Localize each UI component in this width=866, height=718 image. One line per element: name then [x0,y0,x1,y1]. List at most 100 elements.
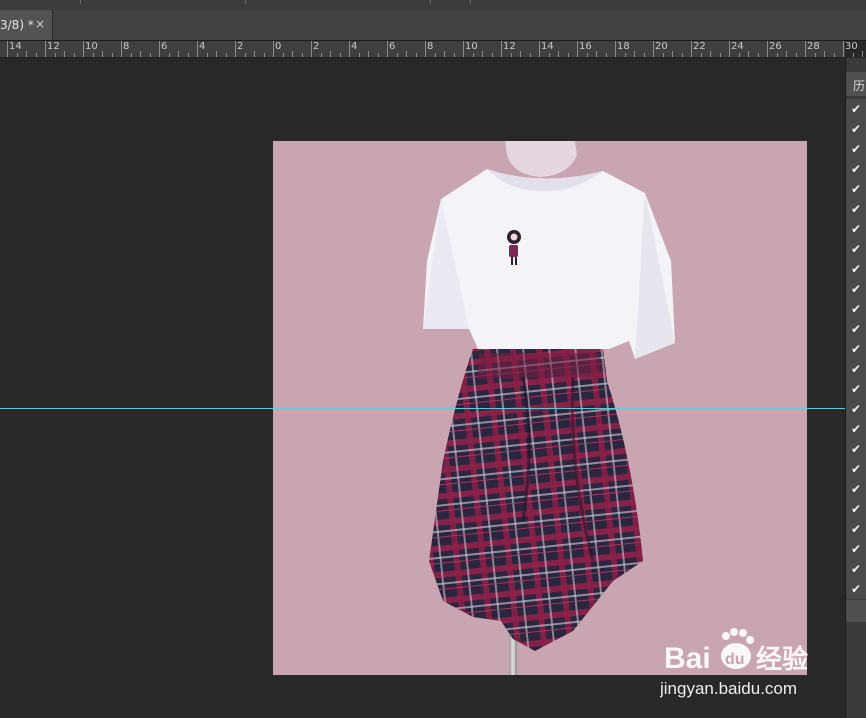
ruler-minor-tick [710,51,711,57]
ruler-minor-tick [187,53,189,57]
ruler-minor-tick [301,53,303,57]
history-panel-footer [846,600,866,622]
ruler-label: 0 [275,41,282,52]
ruler-minor-tick [368,51,369,57]
ruler-major-tick [273,41,274,57]
ruler-minor-tick [757,53,759,57]
ruler-label: 8 [123,41,130,52]
ruler-minor-tick [529,53,531,57]
svg-text:du: du [725,651,745,668]
ruler-minor-tick [358,53,360,57]
checkmark-icon: ✔ [851,342,862,356]
ruler-minor-tick [149,53,151,57]
ruler-minor-tick [605,53,607,57]
checkmark-icon: ✔ [851,322,862,336]
ruler-minor-tick [681,53,683,57]
strip-divider [430,0,431,4]
history-row[interactable]: ✔ [846,519,866,540]
history-row[interactable]: ✔ [846,159,866,180]
checkmark-icon: ✔ [851,222,862,236]
ruler-minor-tick [833,53,835,57]
ruler-minor-tick [862,51,863,57]
checkmark-icon: ✔ [851,582,862,596]
ruler-minor-tick [434,53,436,57]
ruler-minor-tick [102,51,103,57]
ruler-minor-tick [73,53,75,57]
ruler-minor-tick [824,51,825,57]
history-row[interactable]: ✔ [846,399,866,420]
ruler-label: 10 [85,41,98,52]
ruler-label: 20 [655,41,668,52]
ruler-minor-tick [396,53,398,57]
checkmark-icon: ✔ [851,462,862,476]
ruler-major-tick [235,41,236,57]
history-row[interactable]: ✔ [846,279,866,300]
history-row[interactable]: ✔ [846,219,866,240]
history-row[interactable]: ✔ [846,239,866,260]
history-row[interactable]: ✔ [846,539,866,560]
history-row[interactable]: ✔ [846,199,866,220]
ruler-label: 30 [845,41,858,52]
plaid-skirt [429,349,643,651]
history-row[interactable]: ✔ [846,419,866,440]
history-row[interactable]: ✔ [846,259,866,280]
ruler-minor-tick [643,53,645,57]
ruler-major-tick [539,41,540,57]
checkmark-icon: ✔ [851,362,862,376]
checkmark-icon: ✔ [851,122,862,136]
history-row[interactable]: ✔ [846,459,866,480]
history-row[interactable]: ✔ [846,339,866,360]
ruler-minor-tick [244,53,246,57]
ruler-major-tick [45,41,46,57]
ruler-minor-tick [624,53,626,57]
ruler-major-tick [501,41,502,57]
ruler-minor-tick [339,53,341,57]
checkmark-icon: ✔ [851,502,862,516]
ruler-minor-tick [814,53,816,57]
history-row[interactable]: ✔ [846,479,866,500]
document-tab-title: 3/8) * [0,18,34,32]
history-panel-tab[interactable]: 历 [846,72,866,96]
ruler-label: 24 [731,41,744,52]
checkmark-icon: ✔ [851,242,862,256]
ruler-minor-tick [672,51,673,57]
ruler-minor-tick [330,51,331,57]
horizontal-ruler[interactable]: 14 12 10 8 6 4 2 0 2 4 6 8 10 12 14 16 18 20 22 24 26 28 30 [0,41,863,58]
history-row[interactable]: ✔ [846,319,866,340]
ruler-major-tick [767,41,768,57]
checkmark-icon: ✔ [851,182,862,196]
history-row[interactable]: ✔ [846,579,866,600]
ruler-minor-tick [558,51,559,57]
ruler-minor-tick [64,51,65,57]
ruler-major-tick [83,41,84,57]
history-row[interactable]: ✔ [846,379,866,400]
ruler-major-tick [729,41,730,57]
history-row[interactable]: ✔ [846,359,866,380]
checkmark-icon: ✔ [851,542,862,556]
history-row[interactable]: ✔ [846,499,866,520]
ruler-minor-tick [548,53,550,57]
history-row[interactable]: ✔ [846,99,866,120]
ruler-label: 22 [693,41,706,52]
ruler-minor-tick [482,51,483,57]
history-panel-tab-label: 历 [853,79,866,93]
history-row[interactable]: ✔ [846,559,866,580]
ruler-minor-tick [140,51,141,57]
history-row[interactable]: ✔ [846,179,866,200]
ruler-label: 6 [161,41,168,52]
ruler-minor-tick [567,53,569,57]
ruler-label: 26 [769,41,782,52]
document-tab[interactable]: 3/8) * × [0,10,53,40]
horizontal-guide-line[interactable] [0,408,845,409]
ruler-minor-tick [130,53,132,57]
history-row[interactable]: ✔ [846,299,866,320]
ruler-minor-tick [700,53,702,57]
history-row[interactable]: ✔ [846,119,866,140]
ruler-major-tick [577,41,578,57]
ruler-label: 4 [351,41,358,52]
ruler-minor-tick [377,53,379,57]
close-tab-icon[interactable]: × [35,17,45,31]
ruler-major-tick [7,41,8,57]
history-row[interactable]: ✔ [846,139,866,160]
history-row[interactable]: ✔ [846,439,866,460]
